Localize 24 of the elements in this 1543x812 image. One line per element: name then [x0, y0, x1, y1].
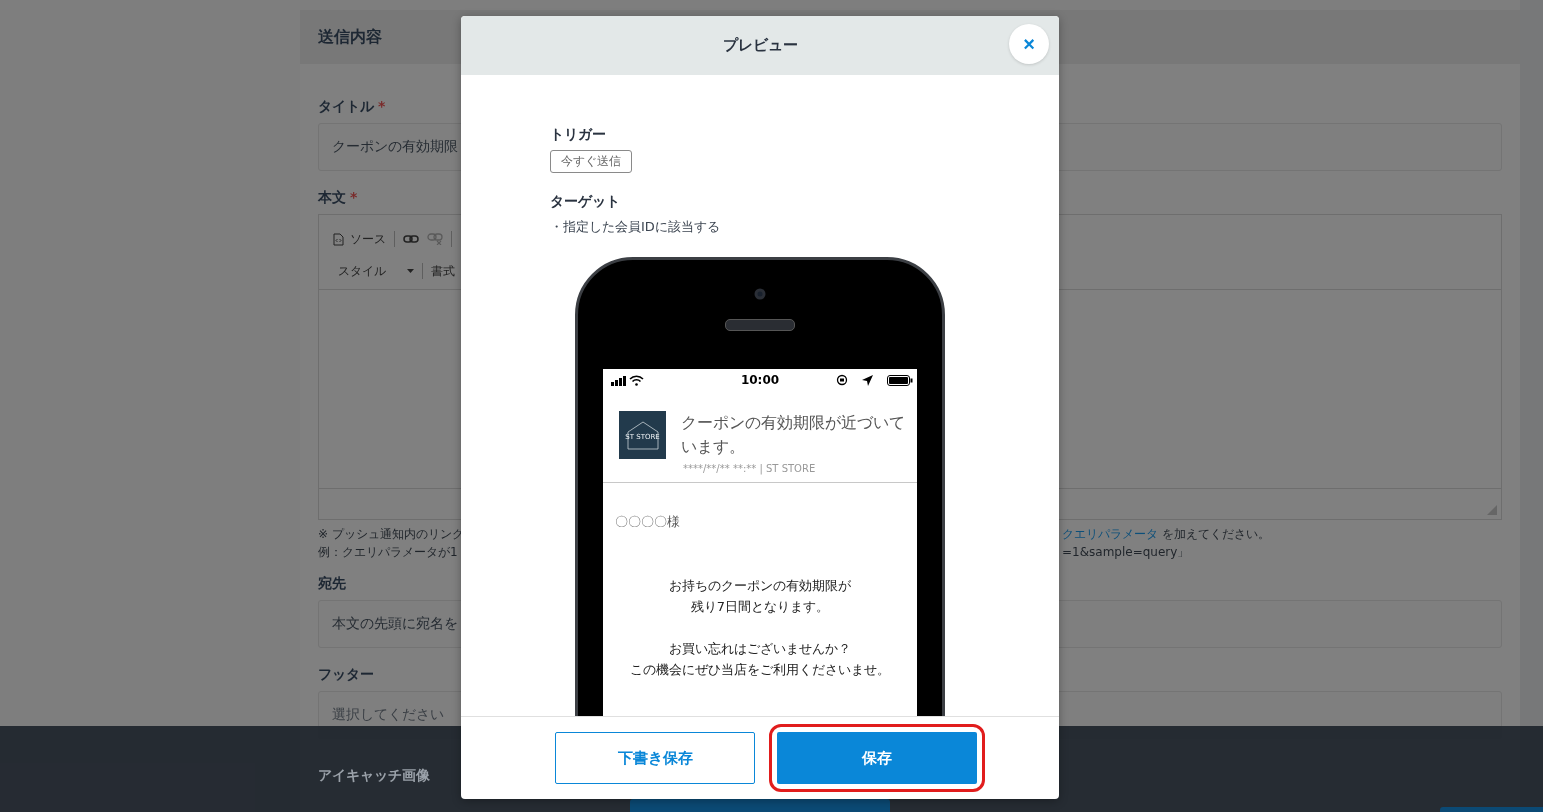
field-label: アイキャッチ画像 [318, 767, 430, 785]
required-mark: * [350, 189, 358, 207]
message-text: お買い忘れはございませんか？ [668, 640, 852, 658]
message-text: 残り7日間となります。 [689, 598, 831, 616]
help-text: =1&sample=query」 [1062, 544, 1190, 561]
notification-title: クーポンの有効期限が近づいています。 [681, 412, 905, 458]
required-mark: * [378, 98, 386, 116]
status-time: 10:00 [740, 373, 780, 387]
trigger-tag: 今すぐ送信 [550, 150, 632, 173]
field-label: 宛先 [318, 575, 346, 593]
section-title: 送信内容 [318, 26, 382, 48]
message-text: お持ちのクーポンの有効期限が [668, 577, 852, 595]
field-label: 本文 [318, 189, 346, 207]
message-text: この機会にぜひ当店をご利用くださいませ。 [629, 661, 891, 679]
section-label: トリガー [550, 126, 606, 144]
target-text: ・指定した会員IDに該当する [550, 218, 720, 236]
help-text: クエリパラメータ を加えてください。 [1062, 526, 1270, 543]
field-label: フッター [318, 666, 374, 684]
notification-meta: ****/**/** **:** | ST STORE [682, 463, 817, 474]
section-label: ターゲット [550, 193, 620, 211]
modal-title: プレビュー [722, 36, 798, 55]
field-label: タイトル [318, 98, 374, 116]
help-text: 例：クエリパラメータが1 [318, 544, 458, 561]
greeting-text: 〇〇〇〇様 [615, 513, 681, 531]
